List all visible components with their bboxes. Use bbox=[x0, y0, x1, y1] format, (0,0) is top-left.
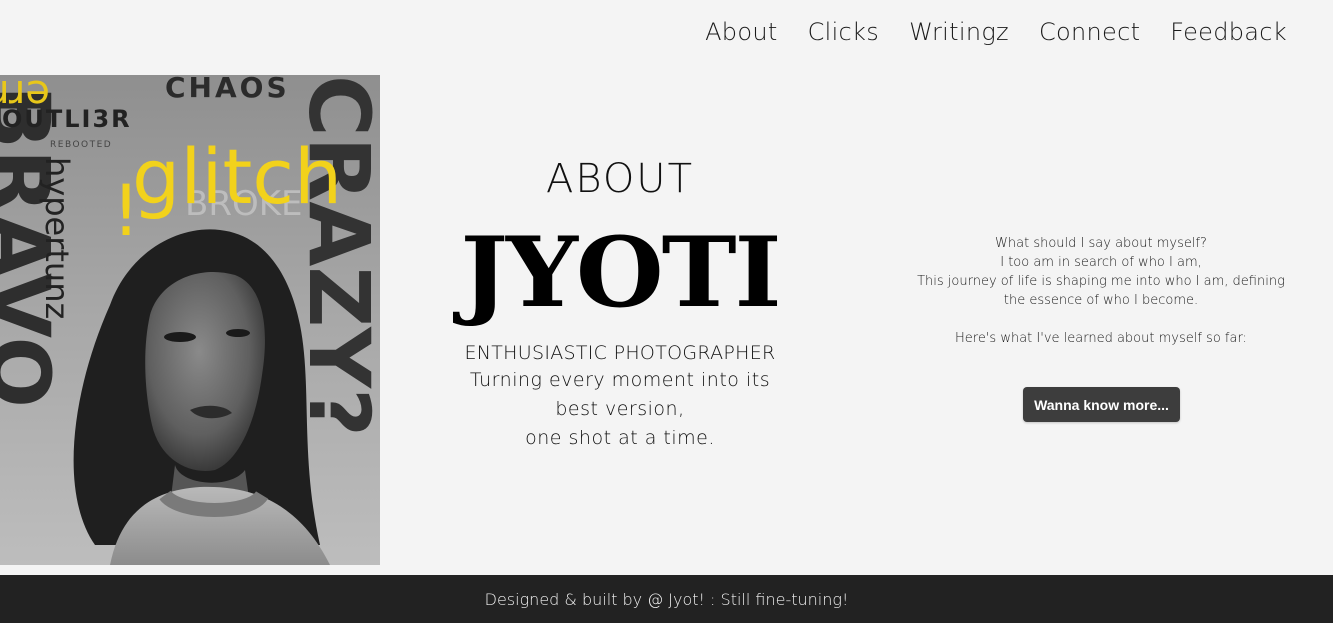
footer: Designed & built by @ Jyot! : Still fine… bbox=[0, 575, 1333, 623]
role-subtitle: ENTHUSIASTIC PHOTOGRAPHER bbox=[464, 342, 776, 364]
bio-line-1: What should I say about myself? bbox=[995, 236, 1207, 251]
bio-spacer bbox=[905, 310, 1297, 329]
poster-word-chaos: CHAOS bbox=[165, 75, 290, 104]
poster-word-outlier: OUTLI3R bbox=[2, 105, 132, 133]
bio-line-4: Here's what I've learned about myself so… bbox=[955, 331, 1247, 346]
portrait-poster-image: BRAVO CHAOS error OUTLI3R REBOOTED BROKE… bbox=[0, 75, 380, 565]
tagline-line-1: Turning every moment into its best versi… bbox=[469, 369, 771, 420]
page: About Clicks Writingz Connect Feedback B… bbox=[0, 0, 1333, 623]
poster-artwork: BRAVO CHAOS error OUTLI3R REBOOTED BROKE… bbox=[0, 75, 380, 565]
nav-writingz[interactable]: Writingz bbox=[909, 18, 1009, 46]
about-heading: ABOUT bbox=[545, 156, 695, 202]
nav-clicks[interactable]: Clicks bbox=[808, 18, 880, 46]
footer-credit-text: Designed & built by @ Jyot! : Still fine… bbox=[484, 590, 849, 609]
nav-connect[interactable]: Connect bbox=[1039, 18, 1140, 46]
tagline-line-2: one shot at a time. bbox=[525, 427, 715, 449]
bio-section: What should I say about myself? I too am… bbox=[905, 234, 1297, 348]
nav-feedback[interactable]: Feedback bbox=[1170, 18, 1287, 46]
bio-line-2: I too am in search of who I am, bbox=[1000, 255, 1202, 270]
nav-about[interactable]: About bbox=[705, 18, 777, 46]
know-more-button[interactable]: Wanna know more... bbox=[1023, 387, 1180, 422]
bio-line-3: This journey of life is shaping me into … bbox=[917, 274, 1285, 308]
name-title: JYOTI bbox=[460, 216, 781, 329]
poster-word-rebooted: REBOOTED bbox=[50, 140, 112, 150]
hero-section: ABOUT JYOTI ENTHUSIASTIC PHOTOGRAPHER Tu… bbox=[440, 150, 800, 453]
poster-word-exclaim: ! bbox=[112, 170, 140, 252]
top-nav: About Clicks Writingz Connect Feedback bbox=[705, 18, 1287, 46]
poster-word-glitch: glitch bbox=[132, 132, 342, 221]
poster-word-hypertunz: hypertunz bbox=[38, 157, 76, 319]
